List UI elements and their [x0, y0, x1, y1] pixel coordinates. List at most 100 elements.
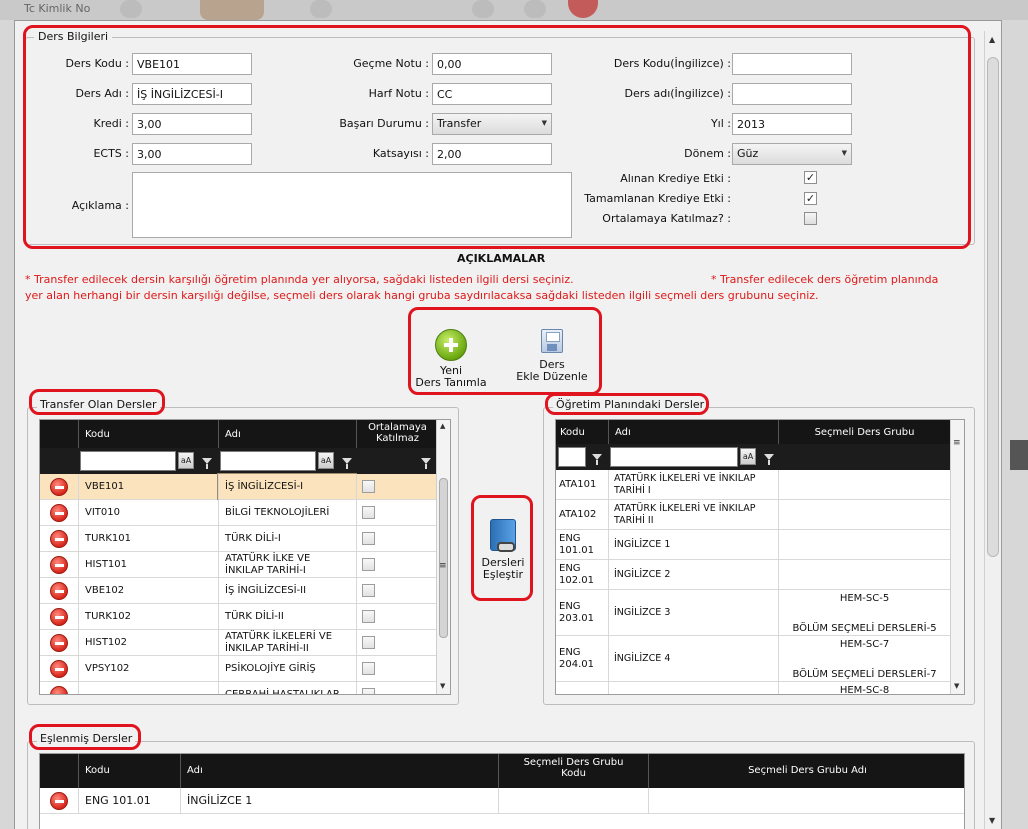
ortalamaya-katilmaz-checkbox[interactable] — [362, 662, 375, 675]
delete-icon[interactable] — [50, 634, 68, 652]
course-name-line: ATATÜRK İLKE VE — [225, 553, 311, 564]
table-row[interactable]: ENG 101.01 İNGİLİZCE 1 — [40, 788, 964, 814]
ortalamaya-katilmaz-checkbox[interactable] — [362, 480, 375, 493]
scroll-thumb[interactable] — [987, 57, 999, 557]
course-name-cell: İNGİLİZCE 1 — [608, 530, 778, 560]
transfer-grid-scrollbar[interactable]: ▲ ≡ ▼ — [436, 420, 450, 694]
case-sensitive-toggle[interactable]: aA — [318, 452, 334, 469]
delete-icon[interactable] — [50, 582, 68, 600]
donem-select[interactable]: Güz ▼ — [732, 143, 852, 165]
ders-kodu-input[interactable] — [132, 53, 252, 75]
ortalamaya-katilmaz-checkbox[interactable] — [362, 688, 375, 694]
tamamlanan-krediye-etki-checkbox[interactable]: ✓ — [804, 192, 817, 205]
ortalamaya-katilmaz-checkbox[interactable] — [362, 584, 375, 597]
kodu-filter-input[interactable] — [558, 447, 586, 467]
column-header-secmeli-grup-adi[interactable]: Seçmeli Ders Grubu Adı — [648, 754, 964, 788]
column-header-secmeli-grup-kodu[interactable]: Seçmeli Ders Grubu Kodu — [498, 754, 648, 788]
column-header-secmeli-grup[interactable]: Seçmeli Ders Grubu — [778, 420, 950, 444]
scroll-up-icon[interactable]: ▲ — [440, 422, 445, 430]
scroll-up-icon[interactable]: ▲ — [989, 35, 995, 44]
scroll-down-icon[interactable]: ▼ — [440, 682, 445, 690]
table-row[interactable]: HIST102 ATATÜRK İLKELERİ VE İNKILAP TARİHİ… — [40, 630, 436, 656]
table-row[interactable]: TURK102 TÜRK DİLİ-II — [40, 604, 436, 630]
column-header-adi[interactable]: Adı — [180, 754, 498, 788]
delete-icon[interactable] — [50, 504, 68, 522]
column-header-ortalamaya[interactable]: Ortalamaya Katılmaz — [356, 420, 438, 448]
column-header-kodu[interactable]: Kodu — [78, 420, 218, 448]
table-row[interactable]: ENG 101.01 İNGİLİZCE 1 — [556, 530, 950, 560]
case-sensitive-toggle[interactable]: aA — [740, 448, 756, 465]
basari-durumu-select[interactable]: Transfer ▼ — [432, 113, 552, 135]
table-row[interactable]: CERRAHİ HASTALIKLAR — [40, 682, 436, 694]
yeni-ders-tanimla-button[interactable]: Yeni Ders Tanımla — [411, 329, 491, 389]
course-code-cell: TURK101 — [78, 526, 218, 552]
ortalamaya-katilmaz-checkbox[interactable] — [362, 636, 375, 649]
gecme-notu-input[interactable] — [432, 53, 552, 75]
harf-notu-input[interactable] — [432, 83, 552, 105]
delete-icon[interactable] — [50, 608, 68, 626]
table-row[interactable]: ATA102 ATATÜRK İLKELERİ VE İNKILAP TARİHİ … — [556, 500, 950, 530]
table-row[interactable]: ENG 102.01 İNGİLİZCE 2 — [556, 560, 950, 590]
course-code-cell: ENG 203.01 — [556, 590, 608, 636]
plan-grid-header: Kodu Adı Seçmeli Ders Grubu — [556, 420, 964, 444]
ortalamaya-katilmaz-checkbox[interactable] — [362, 506, 375, 519]
ortalamaya-katilmaz-checkbox[interactable] — [362, 558, 375, 571]
delete-icon[interactable] — [50, 478, 68, 496]
ortalamaya-katilmaz-checkbox[interactable] — [362, 532, 375, 545]
alinan-krediye-etki-checkbox[interactable]: ✓ — [804, 171, 817, 184]
filter-icon[interactable] — [421, 458, 431, 469]
table-row[interactable]: ENG 203.01 İNGİLİZCE 3 HEM-SC-5 BÖLÜM SEÇMEL… — [556, 590, 950, 636]
filter-icon[interactable] — [342, 458, 352, 469]
delete-icon[interactable] — [50, 686, 68, 694]
table-row[interactable]: ATA101 ATATÜRK İLKELERİ VE İNKILAP TARİHİ … — [556, 470, 950, 500]
ortalamaya-katilmaz-checkbox[interactable] — [804, 212, 817, 225]
scroll-down-icon[interactable]: ▼ — [989, 816, 995, 825]
plan-grid-scrollbar[interactable]: ≡ ▼ — [950, 420, 964, 694]
katsayisi-input[interactable] — [432, 143, 552, 165]
table-row[interactable]: TURK101 TÜRK DİLİ-I — [40, 526, 436, 552]
course-code-cell: ENG 102.01 — [556, 560, 608, 590]
ects-input[interactable] — [132, 143, 252, 165]
table-row[interactable]: VPSY102 PSİKOLOJİYE GİRİŞ — [40, 656, 436, 682]
kodu-filter-input[interactable] — [80, 451, 176, 471]
course-code-line: ENG — [559, 533, 581, 544]
delete-icon[interactable] — [50, 530, 68, 548]
scroll-down-icon[interactable]: ▼ — [954, 682, 959, 690]
adi-filter-input[interactable] — [610, 447, 738, 467]
yil-input[interactable] — [732, 113, 852, 135]
case-sensitive-toggle[interactable]: aA — [178, 452, 194, 469]
filter-icon[interactable] — [202, 458, 212, 469]
column-header-kodu[interactable]: Kodu — [78, 754, 180, 788]
course-name-line: İNGİLİZCE 1 — [614, 539, 671, 550]
dersleri-eslestir-button[interactable]: Dersleri Eşleştir — [475, 519, 531, 581]
table-row[interactable]: HIST101 ATATÜRK İLKE VE İNKILAP TARİHİ-I — [40, 552, 436, 578]
modal-scrollbar[interactable]: ▲ ▼ — [984, 31, 1001, 829]
elective-group-cell — [778, 560, 950, 590]
filter-icon[interactable] — [764, 454, 774, 465]
checkbox-cell — [356, 682, 357, 694]
table-row[interactable]: VBE101 İŞ İNGİLİZCESİ-I — [40, 473, 436, 501]
ders-kodu-en-input[interactable] — [732, 53, 852, 75]
ortalamaya-katilmaz-checkbox[interactable] — [362, 610, 375, 623]
ders-ekle-duzenle-button[interactable]: Ders Ekle Düzenle — [507, 329, 597, 383]
column-header-adi[interactable]: Adı — [218, 420, 356, 448]
kredi-input[interactable] — [132, 113, 252, 135]
table-row[interactable]: VBE102 İŞ İNGİLİZCESİ-II — [40, 578, 436, 604]
adi-filter-input[interactable] — [220, 451, 316, 471]
aciklama-textarea[interactable] — [132, 172, 572, 238]
table-row[interactable]: ENG 204.01 İNGİLİZCE 4 HEM-SC-7 BÖLÜM SEÇMEL… — [556, 636, 950, 682]
plan-grid: Kodu Adı Seçmeli Ders Grubu aA ATA101 ATA… — [555, 419, 965, 695]
transfer-grid: Kodu Adı Ortalamaya Katılmaz aA aA VBE10… — [39, 419, 451, 695]
table-row[interactable]: VIT010 BİLGİ TEKNOLOJİLERİ — [40, 500, 436, 526]
ders-adi-en-input[interactable] — [732, 83, 852, 105]
column-header-kodu[interactable]: Kodu — [556, 420, 608, 444]
elective-group-name-cell — [648, 788, 964, 814]
delete-icon[interactable] — [50, 556, 68, 574]
filter-icon[interactable] — [592, 454, 602, 465]
column-header-adi[interactable]: Adı — [608, 420, 778, 444]
ders-adi-input[interactable] — [132, 83, 252, 105]
delete-icon[interactable] — [50, 660, 68, 678]
delete-icon[interactable] — [50, 792, 68, 810]
table-row[interactable]: HEM-SC-8 — [556, 682, 950, 694]
scroll-thumb[interactable] — [439, 478, 448, 638]
